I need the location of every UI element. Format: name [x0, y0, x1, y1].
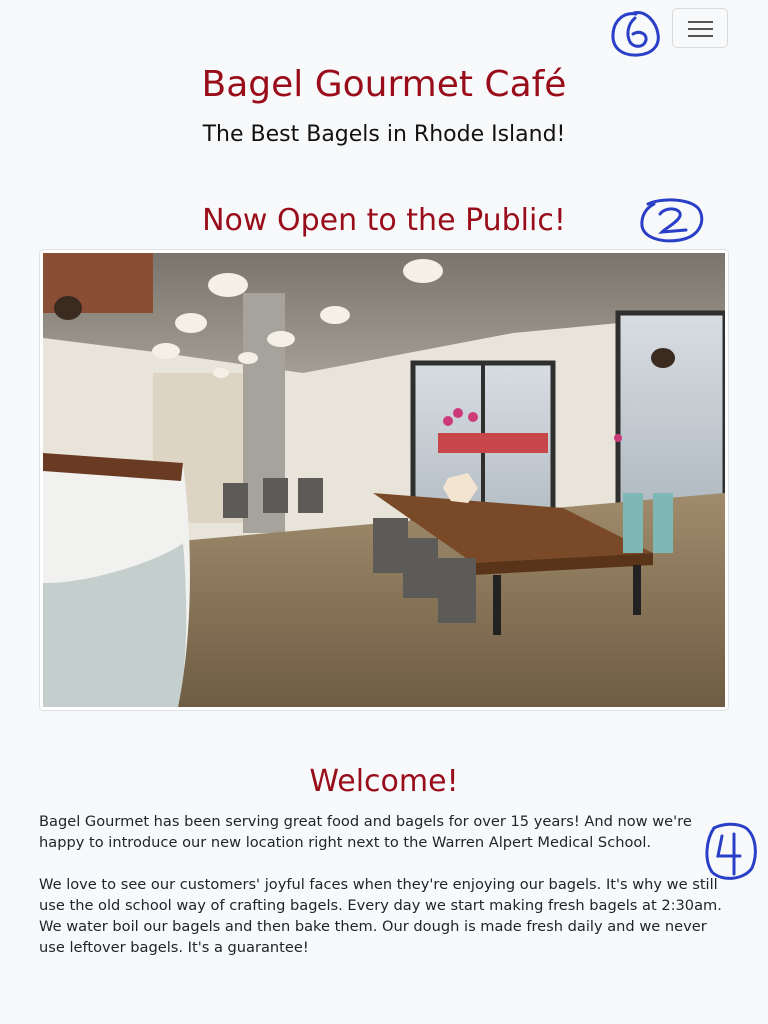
now-open-heading: Now Open to the Public! [202, 203, 566, 238]
site-title: Bagel Gourmet Café [201, 64, 567, 105]
cafe-interior-image [39, 249, 729, 711]
welcome-heading: Welcome! [309, 764, 459, 799]
handwritten-6-annotation [611, 11, 660, 57]
hamburger-menu-icon-bar [688, 35, 713, 37]
cafe-interior-photo [43, 253, 725, 707]
hamburger-menu-icon [688, 21, 713, 23]
hamburger-menu-icon-bar [688, 28, 713, 30]
navbar-toggler-button[interactable] [672, 8, 728, 48]
craft-paragraph: We love to see our customers' joyful fac… [39, 876, 722, 956]
intro-paragraph: Bagel Gourmet has been serving great foo… [39, 813, 692, 851]
site-tagline: The Best Bagels in Rhode Island! [202, 122, 566, 147]
